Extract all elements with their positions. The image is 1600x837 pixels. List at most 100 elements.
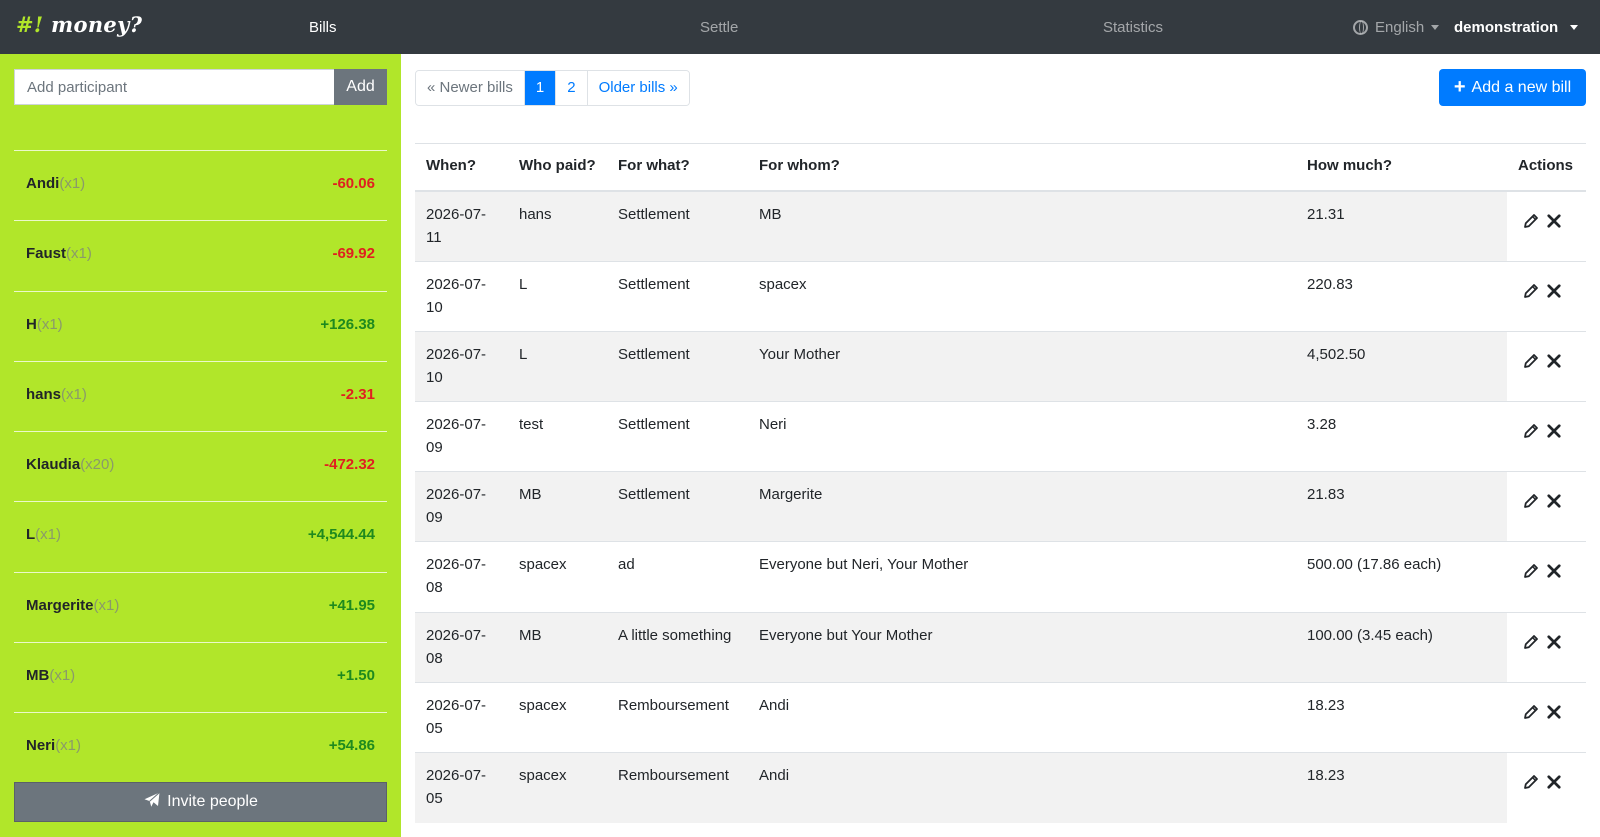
edit-icon[interactable] <box>1522 562 1540 580</box>
delete-icon[interactable] <box>1545 212 1563 230</box>
bill-payer: spacex <box>508 541 607 613</box>
nav-bills[interactable]: Bills <box>309 19 337 36</box>
bill-date: 2026-07-10 <box>415 330 508 402</box>
invite-people-button[interactable]: Invite people <box>14 782 387 822</box>
table-row: 2026-07-09 test Settlement Neri 3.28 <box>415 401 1586 472</box>
bill-payer: MB <box>508 471 607 542</box>
bill-actions <box>1507 471 1586 542</box>
bill-date: 2026-07-08 <box>415 611 508 683</box>
bill-date: 2026-07-09 <box>415 401 508 472</box>
participant-weight: (x1) <box>59 175 86 192</box>
bill-owers: Andi <box>748 751 1296 823</box>
bill-owers: Your Mother <box>748 330 1296 402</box>
bill-date: 2026-07-09 <box>415 471 508 542</box>
participant-name: Faust(x1) <box>26 245 92 263</box>
participant-name: Klaudia(x20) <box>26 456 115 474</box>
add-bill-button[interactable]: + Add a new bill <box>1439 69 1586 106</box>
bill-amount: 100.00 (3.45 each) <box>1296 611 1507 683</box>
delete-icon[interactable] <box>1545 562 1563 580</box>
pagination: « Newer bills 1 2 Older bills » <box>415 70 690 106</box>
bill-description: Remboursement <box>607 751 748 823</box>
balance-list: Andi(x1) -60.06 Faust(x1) -69.92 H(x1) +126.3… <box>14 150 387 783</box>
nav-statistics[interactable]: Statistics <box>1103 19 1163 36</box>
balance-item: Faust(x1) -69.92 <box>14 220 387 290</box>
delete-icon[interactable] <box>1545 282 1563 300</box>
nav-settle[interactable]: Settle <box>700 19 738 36</box>
delete-icon[interactable] <box>1545 492 1563 510</box>
balance-item: Neri(x1) +54.86 <box>14 712 387 782</box>
table-row: 2026-07-05 spacex Remboursement Andi 18.23 <box>415 681 1586 753</box>
header-for-what: For what? <box>607 143 748 192</box>
balance-item: L(x1) +4,544.44 <box>14 501 387 571</box>
newer-bills-link[interactable]: « Newer bills <box>416 71 525 105</box>
table-row: 2026-07-05 spacex Remboursement Andi 18.23 <box>415 751 1586 823</box>
header-actions: Actions <box>1507 143 1586 192</box>
bill-actions <box>1507 190 1586 262</box>
edit-icon[interactable] <box>1522 773 1540 791</box>
edit-icon[interactable] <box>1522 492 1540 510</box>
language-dropdown[interactable]: English <box>1375 19 1424 36</box>
participant-balance: +126.38 <box>320 315 375 333</box>
bill-actions <box>1507 330 1586 402</box>
edit-icon[interactable] <box>1522 352 1540 370</box>
bill-payer: hans <box>508 190 607 262</box>
edit-icon[interactable] <box>1522 212 1540 230</box>
participant-name: MB(x1) <box>26 667 76 685</box>
bill-description: Settlement <box>607 190 748 262</box>
table-row: 2026-07-10 L Settlement spacex 220.83 <box>415 260 1586 332</box>
add-participant-input[interactable] <box>14 69 334 105</box>
bill-payer: test <box>508 401 607 472</box>
balance-item: Margerite(x1) +41.95 <box>14 571 387 642</box>
delete-icon[interactable] <box>1545 422 1563 440</box>
table-row: 2026-07-09 MB Settlement Margerite 21.83 <box>415 471 1586 542</box>
bill-actions <box>1507 681 1586 753</box>
delete-icon[interactable] <box>1545 352 1563 370</box>
bill-owers: MB <box>748 190 1296 262</box>
bill-amount: 4,502.50 <box>1296 330 1507 402</box>
chevron-down-icon <box>1570 25 1578 30</box>
table-row: 2026-07-08 MB A little something Everyone b… <box>415 611 1586 683</box>
header-when: When? <box>415 143 508 192</box>
delete-icon[interactable] <box>1545 773 1563 791</box>
brand-logo[interactable]: #! money? <box>16 12 142 37</box>
bill-description: ad <box>607 541 748 613</box>
project-dropdown[interactable]: demonstration <box>1454 19 1558 36</box>
bill-amount: 18.23 <box>1296 751 1507 823</box>
bill-actions <box>1507 541 1586 613</box>
header-who-paid: Who paid? <box>508 143 607 192</box>
chevron-down-icon <box>1431 25 1439 30</box>
bill-amount: 18.23 <box>1296 681 1507 753</box>
participant-balance: +1.50 <box>337 667 375 685</box>
bill-date: 2026-07-11 <box>415 190 508 262</box>
paper-plane-icon <box>144 792 160 807</box>
balance-item: MB(x1) +1.50 <box>14 642 387 712</box>
add-participant-button[interactable]: Add <box>334 69 387 105</box>
balance-item: Andi(x1) -60.06 <box>14 150 387 220</box>
bill-description: Settlement <box>607 401 748 472</box>
page-1-link[interactable]: 1 <box>524 71 557 105</box>
balance-item: Klaudia(x20) -472.32 <box>14 431 387 501</box>
participant-name: hans(x1) <box>26 385 87 403</box>
header-for-whom: For whom? <box>748 143 1296 192</box>
bill-amount: 3.28 <box>1296 401 1507 472</box>
participant-weight: (x1) <box>36 315 63 333</box>
edit-icon[interactable] <box>1522 282 1540 300</box>
bills-table: When? Who paid? For what? For whom? How … <box>415 143 1586 823</box>
page-2-link[interactable]: 2 <box>556 71 588 105</box>
participant-balance: +41.95 <box>328 596 375 614</box>
bill-description: Settlement <box>607 330 748 402</box>
delete-icon[interactable] <box>1545 703 1563 721</box>
edit-icon[interactable] <box>1522 703 1540 721</box>
older-bills-link[interactable]: Older bills » <box>587 71 689 105</box>
bill-amount: 21.31 <box>1296 190 1507 262</box>
bill-actions <box>1507 611 1586 683</box>
bill-date: 2026-07-08 <box>415 541 508 613</box>
bill-amount: 220.83 <box>1296 260 1507 332</box>
bill-payer: L <box>508 260 607 332</box>
delete-icon[interactable] <box>1545 633 1563 651</box>
globe-icon[interactable] <box>1353 20 1368 35</box>
bill-amount: 21.83 <box>1296 471 1507 542</box>
edit-icon[interactable] <box>1522 422 1540 440</box>
plus-icon: + <box>1453 76 1466 98</box>
edit-icon[interactable] <box>1522 633 1540 651</box>
